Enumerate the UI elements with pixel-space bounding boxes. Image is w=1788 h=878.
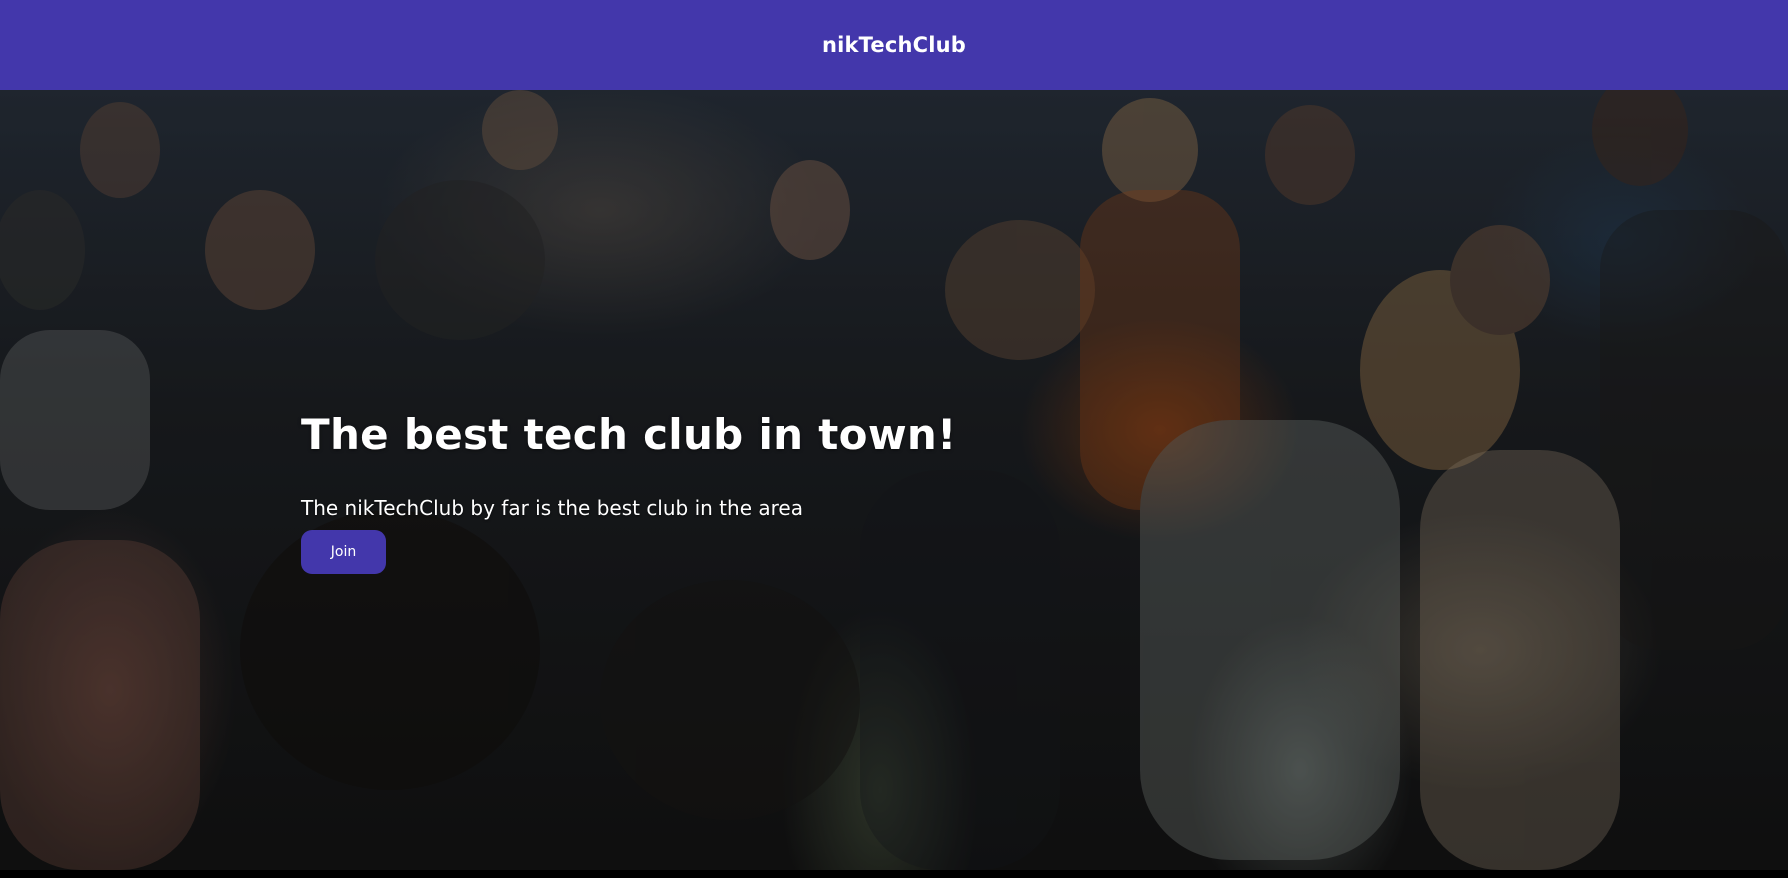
page-bottom-edge (0, 870, 1788, 878)
navbar: nikTechClub (0, 0, 1788, 90)
hero-section: The best tech club in town! The nikTechC… (0, 90, 1788, 870)
hero-content: The best tech club in town! The nikTechC… (301, 410, 1201, 575)
brand-logo-text[interactable]: nikTechClub (822, 33, 966, 57)
hero-title: The best tech club in town! (301, 410, 957, 459)
hero-subtitle: The nikTechClub by far is the best club … (301, 496, 803, 521)
join-button[interactable]: Join (301, 530, 386, 575)
